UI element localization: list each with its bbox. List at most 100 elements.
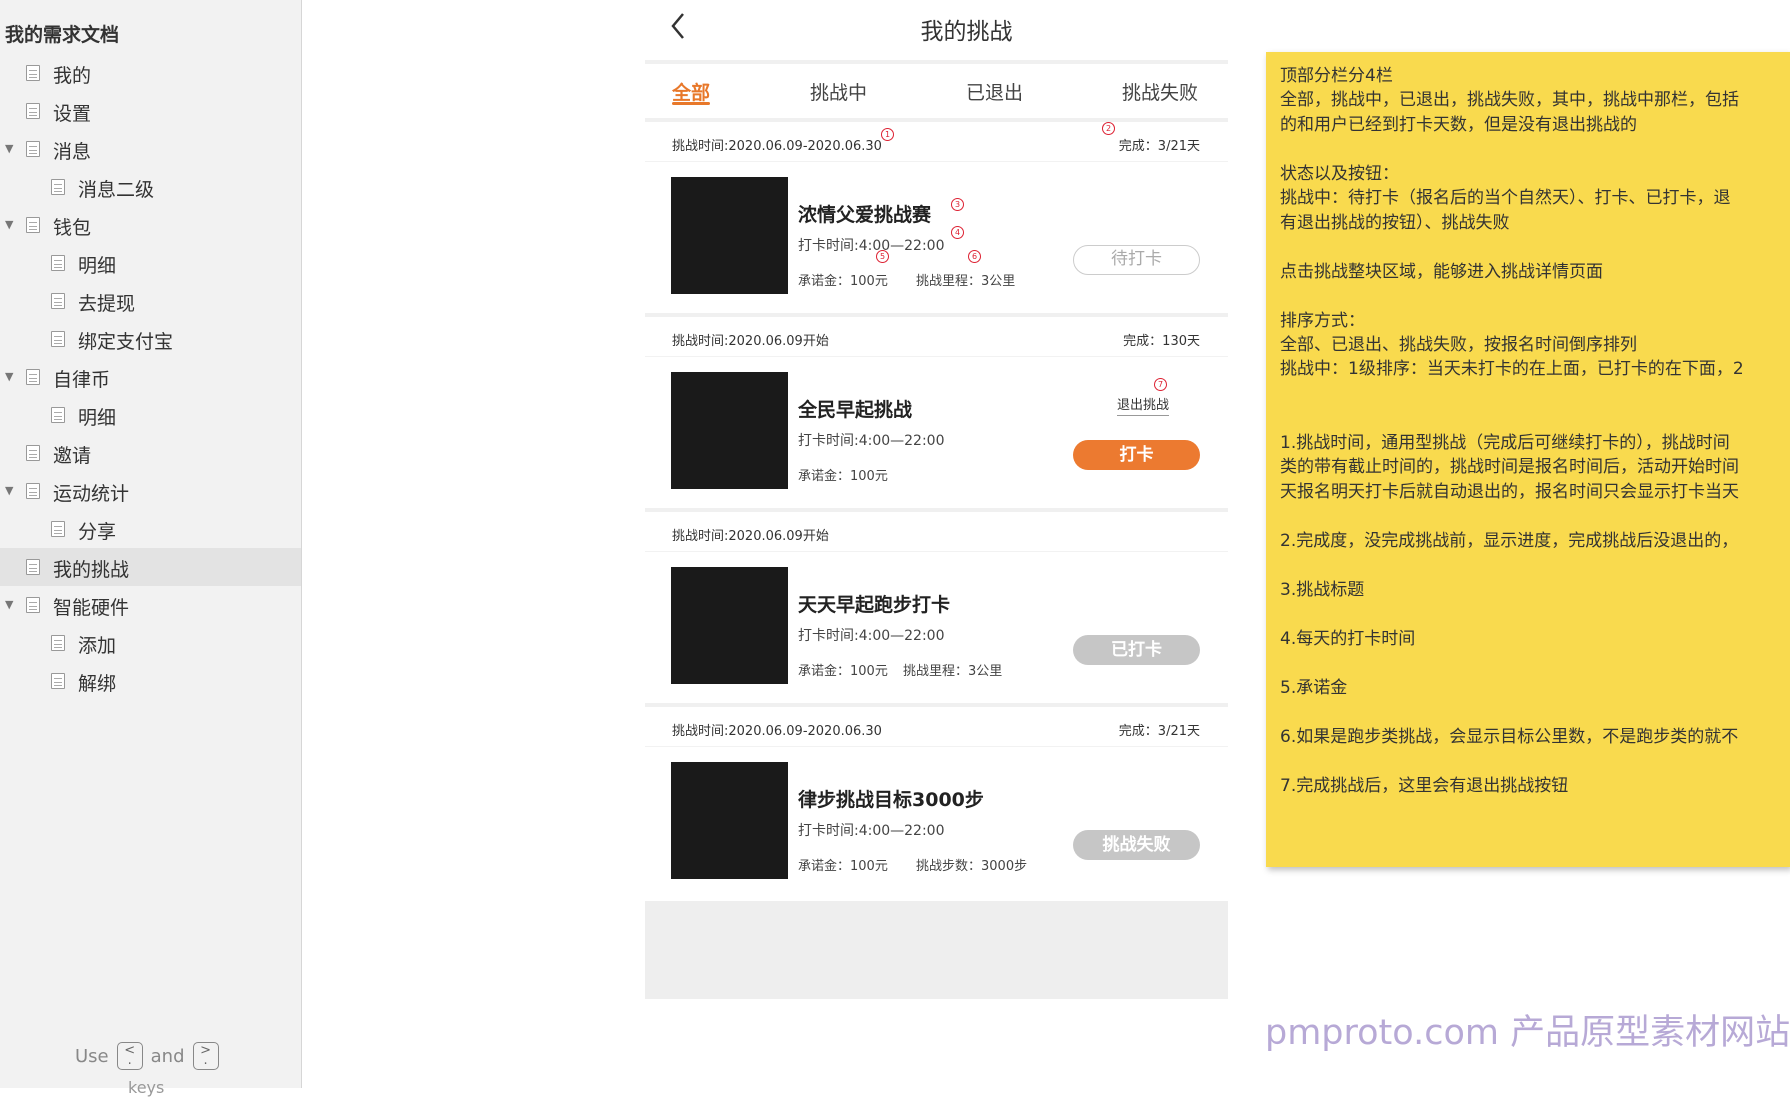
page-icon — [26, 483, 40, 499]
watermark-text: pmproto.com 产品原型素材网站 — [1265, 1013, 1790, 1053]
page-icon — [51, 179, 65, 195]
sidebar-item-label: 邀请 — [53, 445, 92, 467]
annotation-marker: 2 — [1102, 122, 1115, 135]
quit-challenge-link[interactable]: 退出挑战 — [1117, 394, 1170, 416]
note-line: 1.挑战时间，通用型挑战（完成后可继续打卡的），挑战时间 — [1280, 433, 1730, 453]
sidebar-item[interactable]: ▼ 自律币 — [0, 358, 301, 396]
sidebar-item[interactable]: 邀请 — [0, 434, 301, 472]
tab-failed[interactable]: 挑战失败 — [1122, 78, 1198, 105]
sidebar-item[interactable]: 明细 — [0, 396, 301, 434]
sidebar-item[interactable]: 我的挑战 — [0, 548, 301, 586]
sidebar-item[interactable]: 设置 — [0, 92, 301, 130]
note-line: 3.挑战标题 — [1280, 579, 1365, 600]
checkin-time: 打卡时间:4:00—22:00 — [798, 238, 945, 254]
challenge-thumbnail — [671, 762, 788, 879]
note-line: 4.每天的打卡时间 — [1280, 628, 1416, 649]
challenge-steps: 挑战步数：3000步 — [916, 859, 1028, 874]
caret-down-icon[interactable]: ▼ — [5, 599, 17, 611]
checked-in-button[interactable]: 已打卡 — [1073, 635, 1200, 665]
challenge-thumbnail — [671, 177, 788, 294]
challenge-thumbnail — [671, 372, 788, 489]
note-line: 5.承诺金 — [1280, 677, 1348, 698]
page-icon — [51, 293, 65, 309]
page-icon — [26, 65, 40, 81]
sidebar-item-label: 明细 — [78, 407, 117, 429]
caret-down-icon[interactable]: ▼ — [5, 219, 17, 231]
note-line: 全部、已退出、挑战失败，按报名时间倒序排列 — [1280, 335, 1637, 355]
requirement-note: 顶部分栏分4栏 全部，挑战中，已退出，挑战失败，其中，挑战中那栏，包括 的和用户已经… — [1266, 52, 1790, 867]
page-icon — [26, 217, 40, 233]
page-icon — [26, 597, 40, 613]
note-line: 全部，挑战中，已退出，挑战失败，其中，挑战中那栏，包括 — [1280, 90, 1739, 111]
challenge-title: 全民早起挑战 — [798, 399, 913, 421]
note-line: 有退出挑战的按钮）、挑战失败 — [1280, 212, 1510, 233]
card-header: 挑战时间:2020.06.09-2020.06.30 完成：3/21天 — [645, 122, 1228, 162]
sidebar-item-label: 消息二级 — [78, 179, 155, 201]
page-icon — [51, 521, 65, 537]
sidebar-item[interactable]: ▼ 钱包 — [0, 206, 301, 244]
challenge-failed-button[interactable]: 挑战失败 — [1073, 830, 1200, 860]
tab-bar: 全部 挑战中 已退出 挑战失败 — [645, 64, 1228, 118]
sidebar-item-label: 解绑 — [78, 673, 117, 695]
sidebar-item-label: 运动统计 — [53, 483, 130, 505]
sidebar-item[interactable]: 分享 — [0, 510, 301, 548]
sidebar-item[interactable]: 我的 — [0, 54, 301, 92]
footer-and-text: and — [150, 1045, 185, 1067]
annotation-marker: 3 — [951, 198, 964, 211]
page-icon — [26, 445, 40, 461]
sidebar-item[interactable]: ▼ 消息 — [0, 130, 301, 168]
sidebar-item-label: 消息 — [53, 141, 92, 163]
sidebar-item-label: 我的 — [53, 65, 92, 87]
annotation-marker: 7 — [1154, 378, 1167, 391]
page-icon — [51, 407, 65, 423]
challenge-title: 浓情父爱挑战赛 — [798, 204, 932, 226]
annotation-marker: 4 — [951, 226, 964, 239]
deposit-amount: 承诺金：100元 — [798, 664, 888, 679]
caret-down-icon[interactable]: ▼ — [5, 143, 17, 155]
sidebar-item[interactable]: 去提现 — [0, 282, 301, 320]
caret-down-icon[interactable]: ▼ — [5, 371, 17, 383]
card-header: 挑战时间:2020.06.09-2020.06.30 完成：3/21天 — [645, 707, 1228, 747]
note-line: 挑战中：1级排序：当天未打卡的在上面，已打卡的在下面，2 — [1280, 359, 1744, 380]
note-line: 7.完成挑战后，这里会有退出挑战按钮 — [1280, 775, 1569, 796]
card-header: 挑战时间:2020.06.09开始 — [645, 512, 1228, 552]
completion-progress: 完成：3/21天 — [1118, 724, 1200, 739]
sidebar-item[interactable]: 解绑 — [0, 662, 301, 700]
caret-down-icon[interactable]: ▼ — [5, 485, 17, 497]
page-icon — [26, 559, 40, 575]
sidebar-item-label: 分享 — [78, 521, 117, 543]
challenge-card[interactable]: 挑战时间:2020.06.09开始 天天早起跑步打卡 打卡时间:4:00—22:… — [645, 512, 1228, 707]
next-key-icon: > · — [192, 1042, 219, 1072]
sidebar-item[interactable]: ▼ 运动统计 — [0, 472, 301, 510]
pending-checkin-button[interactable]: 待打卡 — [1073, 245, 1200, 275]
sidebar-item[interactable]: 添加 — [0, 624, 301, 662]
deposit-amount: 承诺金：100元 — [798, 274, 888, 289]
tab-ongoing[interactable]: 挑战中 — [810, 78, 867, 105]
challenge-card[interactable]: 挑战时间:2020.06.09开始 完成：130天 全民早起挑战 打卡时间:4:… — [645, 317, 1228, 512]
challenge-title: 天天早起跑步打卡 — [798, 594, 951, 616]
checkin-button[interactable]: 打卡 — [1073, 440, 1200, 470]
note-line: 状态以及按钮： — [1280, 163, 1399, 184]
sidebar-item[interactable]: ▼ 智能硬件 — [0, 586, 301, 624]
sidebar-item[interactable]: 消息二级 — [0, 168, 301, 206]
page-icon — [51, 635, 65, 651]
page-icon — [51, 331, 65, 347]
sidebar-item-label: 我的挑战 — [53, 559, 130, 581]
tab-all[interactable]: 全部 — [672, 78, 710, 105]
sidebar-title: 我的需求文档 — [5, 24, 120, 46]
note-line: 挑战中：待打卡（报名后的当个自然天）、打卡、已打卡，退 — [1280, 188, 1731, 209]
challenge-card[interactable]: 挑战时间:2020.06.09-2020.06.30 完成：3/21天 律步挑战… — [645, 707, 1228, 902]
sidebar-item[interactable]: 明细 — [0, 244, 301, 282]
sidebar-item-label: 智能硬件 — [53, 597, 130, 619]
phone-screen: 我的挑战 全部 挑战中 已退出 挑战失败 挑战时间:2020.06.09-202… — [645, 0, 1228, 1000]
tab-quit[interactable]: 已退出 — [966, 78, 1023, 105]
sidebar-item-label: 自律币 — [53, 369, 111, 391]
sidebar-item-label: 钱包 — [53, 217, 92, 239]
checkin-time: 打卡时间:4:00—22:00 — [798, 433, 945, 449]
challenge-thumbnail — [671, 567, 788, 684]
annotation-marker: 6 — [968, 250, 981, 263]
sidebar-item-label: 绑定支付宝 — [78, 331, 174, 353]
challenge-card[interactable]: 挑战时间:2020.06.09-2020.06.30 完成：3/21天 浓情父爱… — [645, 122, 1228, 317]
checkin-time: 打卡时间:4:00—22:00 — [798, 823, 945, 839]
sidebar-item[interactable]: 绑定支付宝 — [0, 320, 301, 358]
